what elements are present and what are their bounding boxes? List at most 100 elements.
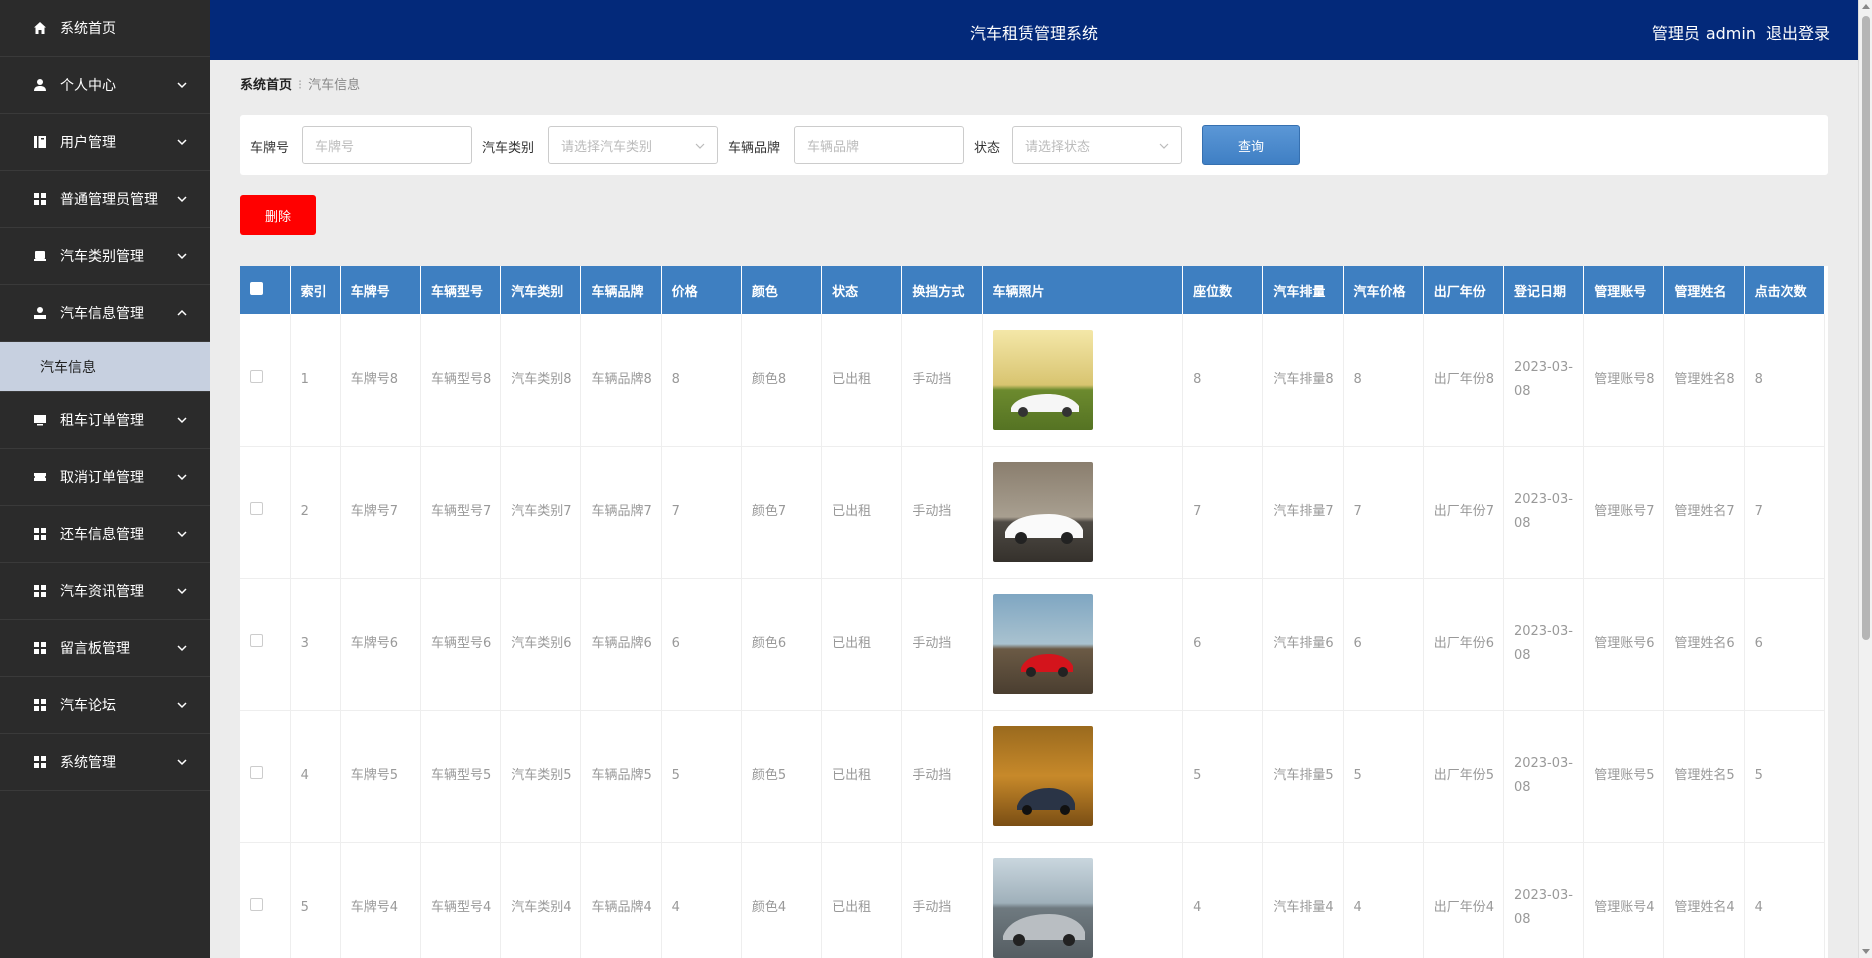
sidebar-item-car-forum[interactable]: 汽车论坛 [0, 677, 210, 734]
car-photo[interactable] [992, 462, 1093, 562]
breadcrumb-home[interactable]: 系统首页 [240, 78, 292, 93]
car-photo[interactable] [992, 329, 1093, 430]
sidebar-item-cancel-orders[interactable]: 取消订单管理 [0, 449, 210, 506]
cell-admin-name: 管理姓名5 [1663, 710, 1745, 843]
home-icon [32, 20, 48, 36]
status-select[interactable]: 请选择状态 [1012, 126, 1182, 164]
row-select-cell [240, 314, 291, 447]
cell-photo [982, 842, 1184, 958]
cell-price: 5 [661, 710, 742, 843]
scroll-up-icon[interactable] [1862, 4, 1870, 9]
sidebar-item-label: 汽车类别管理 [60, 249, 144, 265]
row-checkbox[interactable] [250, 634, 263, 647]
user-info: 管理员 admin 退出登录 [1652, 20, 1830, 44]
app-title: 汽车租赁管理系统 [969, 24, 1098, 43]
sidebar-item-message-board[interactable]: 留言板管理 [0, 620, 210, 677]
cell-category: 汽车类别4 [500, 842, 582, 958]
cell-gear: 手动挡 [901, 842, 983, 958]
sidebar-item-admin-management[interactable]: 普通管理员管理 [0, 171, 210, 228]
delete-button[interactable]: 删除 [240, 195, 316, 235]
sidebar-item-home[interactable]: 系统首页 [0, 0, 210, 57]
select-all-checkbox[interactable] [250, 281, 263, 295]
cell-model: 车辆型号4 [420, 842, 502, 958]
cell-year: 出厂年份6 [1423, 578, 1504, 711]
cell-plate: 车牌号6 [340, 578, 422, 711]
scrollbar-thumb[interactable] [1862, 16, 1870, 640]
chevron-down-icon [177, 759, 187, 766]
cell-seats: 8 [1182, 314, 1264, 447]
column-header: 状态 [821, 266, 903, 314]
scroll-down-icon[interactable] [1862, 949, 1870, 954]
query-button[interactable]: 查询 [1202, 125, 1300, 165]
cell-color: 颜色6 [741, 578, 823, 711]
cell-photo [982, 710, 1184, 843]
car-photo[interactable] [992, 726, 1093, 826]
column-header: 车辆型号 [420, 266, 502, 314]
sidebar-item-personal-center[interactable]: 个人中心 [0, 57, 210, 114]
cell-status: 已出租 [821, 710, 903, 843]
category-placeholder: 请选择汽车类别 [561, 139, 653, 155]
cell-plate: 车牌号8 [340, 314, 422, 447]
sidebar-item-label: 个人中心 [60, 78, 116, 94]
cell-gear: 手动挡 [901, 578, 983, 711]
row-checkbox[interactable] [250, 502, 263, 515]
sidebar-subitem-car-info[interactable]: 汽车信息 [0, 342, 210, 392]
sidebar-item-car-news[interactable]: 汽车资讯管理 [0, 563, 210, 620]
cell-date: 2023-03-08 [1503, 314, 1585, 447]
plate-label: 车牌号 [250, 141, 290, 156]
sidebar-item-label: 取消订单管理 [60, 470, 144, 486]
plate-placeholder: 车牌号 [315, 139, 355, 155]
cell-date: 2023-03-08 [1503, 446, 1585, 579]
sidebar-item-user-management[interactable]: 用户管理 [0, 114, 210, 171]
sidebar-item-rental-orders[interactable]: 租车订单管理 [0, 392, 210, 449]
table-row: 2 车牌号7 车辆型号7 汽车类别7 车辆品牌7 7 颜色7 已出租 手动挡 7… [240, 446, 1826, 579]
sidebar-item-car-info[interactable]: 汽车信息管理 [0, 285, 210, 342]
cell-gear: 手动挡 [901, 710, 983, 843]
sidebar-item-label: 租车订单管理 [60, 413, 144, 429]
ticket-icon [32, 469, 48, 485]
column-header: 座位数 [1182, 266, 1264, 314]
person-icon [32, 305, 48, 321]
car-photo[interactable] [992, 594, 1093, 694]
row-checkbox[interactable] [250, 369, 263, 383]
grid-icon [32, 526, 48, 542]
table-row: 4 车牌号5 车辆型号5 汽车类别5 车辆品牌5 5 颜色5 已出租 手动挡 5… [240, 710, 1826, 843]
chevron-down-icon [177, 253, 187, 260]
cell-photo [982, 578, 1184, 711]
username: admin [1705, 24, 1756, 43]
cell-admin-name: 管理姓名6 [1663, 578, 1745, 711]
grid-icon [32, 754, 48, 770]
sidebar-item-car-category[interactable]: 汽车类别管理 [0, 228, 210, 285]
brand-input[interactable]: 车辆品牌 [794, 126, 964, 164]
category-select[interactable]: 请选择汽车类别 [548, 126, 718, 164]
cell-year: 出厂年份7 [1423, 446, 1504, 579]
row-select-cell [240, 446, 291, 579]
chevron-down-icon [695, 143, 705, 149]
plate-input[interactable]: 车牌号 [302, 126, 472, 164]
cell-plate: 车牌号4 [340, 842, 422, 958]
cell-status: 已出租 [821, 578, 903, 711]
cell-photo [982, 446, 1184, 579]
sidebar-item-system-management[interactable]: 系统管理 [0, 734, 210, 791]
vertical-scrollbar[interactable] [1858, 0, 1872, 958]
column-header: 出厂年份 [1423, 266, 1504, 314]
cell-clicks: 5 [1744, 710, 1826, 843]
book-icon [32, 134, 48, 150]
cell-brand: 车辆品牌7 [580, 446, 662, 579]
cell-date: 2023-03-08 [1503, 710, 1585, 843]
cell-displacement: 汽车排量8 [1262, 314, 1344, 447]
row-checkbox[interactable] [250, 766, 263, 779]
search-panel: 车牌号 车牌号 汽车类别 请选择汽车类别 车辆品牌 车辆品牌 状态 请选择状态 … [240, 115, 1828, 175]
cell-index: 4 [290, 710, 341, 843]
cell-car-price: 6 [1343, 578, 1424, 711]
cell-seats: 6 [1182, 578, 1264, 711]
car-photo[interactable] [992, 858, 1093, 958]
logout-link[interactable]: 退出登录 [1766, 24, 1830, 43]
cell-model: 车辆型号7 [420, 446, 502, 579]
cell-brand: 车辆品牌4 [580, 842, 662, 958]
row-checkbox[interactable] [250, 898, 263, 911]
cell-model: 车辆型号8 [420, 314, 502, 447]
monitor-icon [32, 412, 48, 428]
sidebar: 系统首页 个人中心 用户管理 普通管理员管理 汽车类别管理 汽车信息管理 汽车信… [0, 0, 210, 958]
sidebar-item-return-info[interactable]: 还车信息管理 [0, 506, 210, 563]
